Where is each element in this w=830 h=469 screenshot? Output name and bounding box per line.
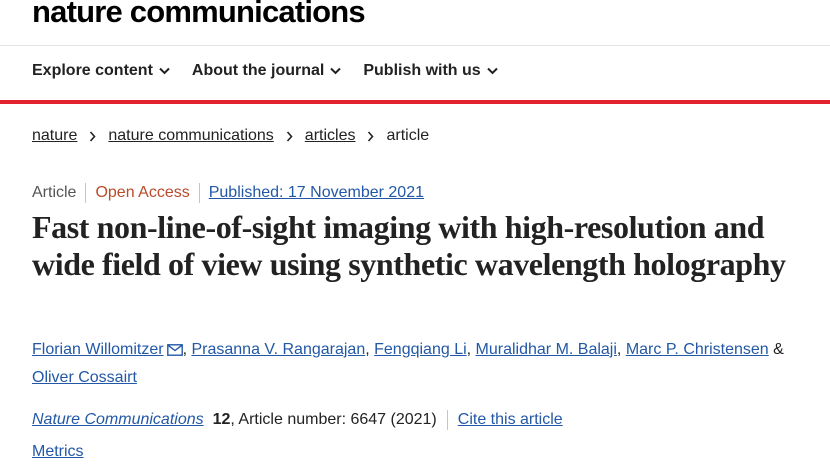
author-link[interactable]: Muralidhar M. Balaji	[476, 341, 617, 358]
meta-divider	[198, 183, 200, 203]
article-number: , Article number: 6647 (2021)	[230, 411, 437, 428]
author-list: Florian Willomitzer, Prasanna V. Rangara…	[32, 341, 784, 386]
nav-label: About the journal	[191, 62, 325, 79]
nav-explore-content[interactable]: Explore content	[32, 62, 170, 80]
author-link[interactable]: Marc P. Christensen	[626, 341, 769, 358]
chevron-down-icon	[159, 67, 170, 75]
breadcrumb-link-articles[interactable]: articles	[305, 127, 356, 145]
chevron-right-icon	[367, 130, 375, 142]
citation-row: Nature Communications 12, Article number…	[32, 410, 563, 430]
mail-icon[interactable]	[166, 344, 183, 356]
chevron-down-icon	[486, 67, 498, 75]
author-link[interactable]: Prasanna V. Rangarajan	[191, 341, 365, 358]
nav-publish-with-us[interactable]: Publish with us	[363, 62, 498, 80]
nav-label: Explore content	[32, 62, 153, 79]
author-link[interactable]: Fengqiang Li	[374, 341, 467, 358]
open-access-label: Open Access	[95, 184, 190, 201]
nav-about-journal[interactable]: About the journal	[191, 62, 342, 80]
nav-accent-bar	[0, 100, 830, 104]
breadcrumb-link-nature-communications[interactable]: nature communications	[108, 127, 273, 145]
brand-logo[interactable]: nature communications	[32, 0, 366, 30]
article-meta: Article Open Access Published: 17 Novemb…	[32, 183, 424, 203]
published-date-link[interactable]: Published: 17 November 2021	[209, 184, 424, 202]
breadcrumb: nature nature communications articles ar…	[32, 127, 429, 145]
author-link[interactable]: Florian Willomitzer	[32, 341, 164, 358]
metrics-link[interactable]: Metrics	[32, 443, 84, 461]
breadcrumb-current: article	[386, 127, 430, 144]
meta-divider	[85, 183, 87, 203]
citation-divider	[446, 410, 448, 430]
chevron-down-icon	[330, 67, 342, 75]
journal-link[interactable]: Nature Communications	[32, 411, 204, 429]
header-divider	[0, 45, 830, 46]
article-type: Article	[32, 184, 77, 201]
article-title: Fast non-line-of-sight imaging with high…	[32, 209, 786, 282]
chevron-right-icon	[89, 130, 96, 142]
breadcrumb-link-nature[interactable]: nature	[32, 127, 77, 145]
volume-number: 12	[212, 411, 231, 428]
cite-this-article-link[interactable]: Cite this article	[458, 411, 563, 429]
nav-label: Publish with us	[363, 62, 481, 79]
main-nav: Explore content About the journal Publis…	[32, 62, 520, 80]
author-link[interactable]: Oliver Cossairt	[32, 369, 137, 386]
chevron-right-icon	[286, 130, 293, 142]
